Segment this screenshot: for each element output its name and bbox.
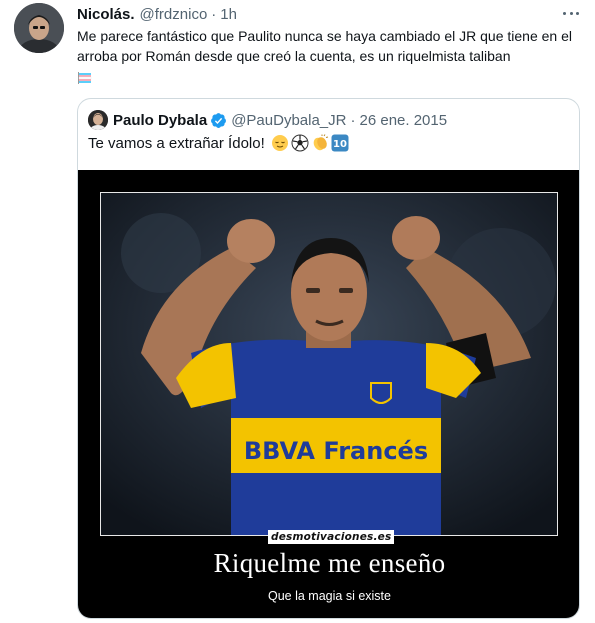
transgender-flag-emoji [77,70,93,85]
tweet-text: Me parece fantástico que Paulito nunca s… [77,26,577,86]
tweet-body: Me parece fantástico que Paulito nunca s… [77,28,572,64]
quoted-author-name[interactable]: Paulo Dybala [113,112,207,129]
relieved-face-emoji [271,134,289,152]
quoted-media[interactable]: BBVA Francés desmotivaciones.es Riquelme… [78,170,579,618]
tweet-header: Nicolás. @frdznico · 1h [77,4,237,24]
separator-dot: · [211,5,217,23]
quoted-tweet-body: Te vamos a extrañar Ídolo! [88,134,265,152]
quoted-avatar[interactable] [88,110,108,130]
player-illustration: BBVA Francés [101,193,557,535]
quoted-tweet[interactable]: Paulo Dybala @PauDybala_JR · 26 ene. 201… [77,98,580,619]
tweet[interactable]: Nicolás. @frdznico · 1h Me parece fantás… [0,0,595,623]
quoted-separator-dot: · [350,111,356,129]
quoted-tweet-header: Paulo Dybala @PauDybala_JR · 26 ene. 201… [88,110,447,130]
svg-text:10: 10 [333,139,347,150]
riquelme-photo: BBVA Francés [100,192,558,536]
jersey-sponsor-text: BBVA Francés [244,437,428,465]
more-options-icon[interactable] [563,8,579,18]
avatar[interactable] [14,3,64,53]
quoted-author-handle[interactable]: @PauDybala_JR [231,112,346,129]
soccer-ball-emoji [291,134,309,152]
keycap-ten-emoji: 10 [331,134,349,152]
verified-badge-icon [210,112,227,129]
author-name[interactable]: Nicolás. [77,6,135,23]
timestamp[interactable]: 1h [220,6,237,23]
clapping-hands-emoji [311,134,329,152]
author-handle[interactable]: @frdznico [140,6,208,23]
poster-title: Riquelme me enseño [213,548,446,578]
quoted-tweet-text: Te vamos a extrañar Ídolo! 10 [88,134,349,152]
watermark: desmotivaciones.es [268,530,395,544]
poster-subtitle: Que la magia si existe [268,589,391,603]
quoted-date[interactable]: 26 ene. 2015 [360,112,448,129]
